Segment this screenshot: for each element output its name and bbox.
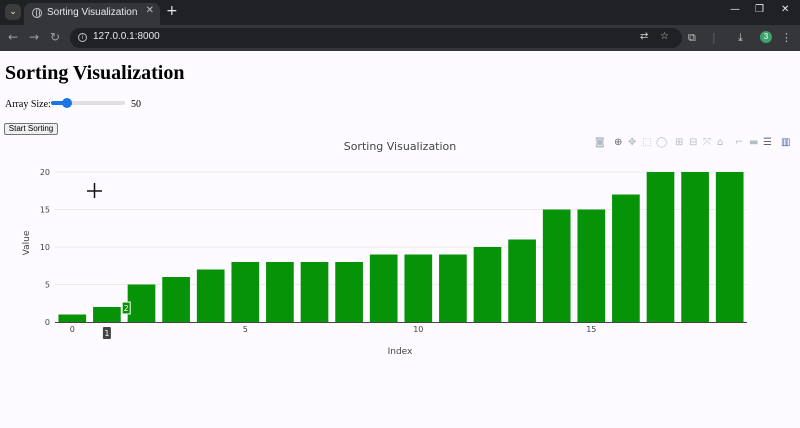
bar [162,277,190,322]
crosshair-cursor-icon [87,183,102,198]
x-axis-title: Index [388,347,413,357]
bar [231,262,260,322]
gridlines [55,171,747,323]
bar [439,254,467,322]
bar [335,262,363,322]
y-tick-label: 0 [45,318,50,327]
hover-value-label: 2 [124,304,129,313]
bar-chart: Sorting Visualization Index Value 051015… [22,140,747,357]
bar [681,172,709,322]
bar [473,247,502,322]
bar [404,254,433,322]
bar [612,194,640,322]
bar [715,172,744,322]
y-axis-title: Value [22,230,32,255]
y-tick-label: 15 [40,206,50,215]
bar [646,172,675,322]
bar [93,307,121,322]
bar [266,262,294,322]
bar [577,209,606,322]
bar [127,284,156,322]
y-tick-label: 20 [40,168,50,177]
bar [369,254,398,322]
bar [196,269,225,322]
x-tick-label: 0 [70,325,75,334]
chart-title: Sorting Visualization [344,140,457,153]
bar [508,239,536,322]
x-tick-label: 5 [243,325,248,334]
bar [300,262,329,322]
bar [542,209,571,322]
x-tick-label: 10 [413,325,423,334]
y-tick-label: 5 [45,281,50,290]
y-tick-label: 10 [40,243,50,252]
x-tick-label: 15 [586,325,596,334]
bar [58,314,87,322]
hover-index-label: 1 [104,329,109,338]
